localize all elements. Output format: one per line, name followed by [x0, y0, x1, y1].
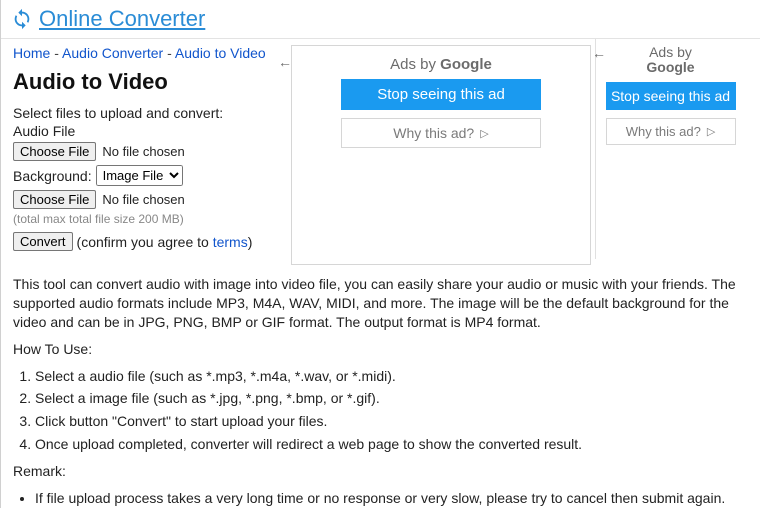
terms-link[interactable]: terms [213, 234, 248, 250]
confirm-text: (confirm you agree to terms) [77, 234, 253, 250]
content-body: This tool can convert audio with image i… [1, 265, 760, 508]
image-choose-file-button[interactable]: Choose File [13, 190, 96, 209]
breadcrumb-sep: - [167, 45, 172, 61]
tool-description: This tool can convert audio with image i… [13, 275, 748, 332]
background-select[interactable]: Image File [96, 165, 183, 186]
why-this-ad-button[interactable]: Why this ad?▷ [606, 118, 736, 145]
remark-list: If file upload process takes a very long… [35, 489, 748, 508]
breadcrumb-category[interactable]: Audio Converter [62, 45, 163, 61]
site-title-link[interactable]: Online Converter [39, 6, 205, 32]
breadcrumb: Home - Audio Converter - Audio to Video [13, 45, 281, 61]
ad-close-icon[interactable]: ← [278, 54, 292, 70]
filesize-hint: (total max total file size 200 MB) [13, 212, 281, 226]
howto-step: Select a image file (such as *.jpg, *.pn… [35, 389, 748, 408]
ad-close-icon[interactable]: ← [592, 45, 606, 61]
breadcrumb-home[interactable]: Home [13, 45, 50, 61]
adchoices-icon: ▷ [480, 127, 488, 140]
stop-seeing-ad-button[interactable]: Stop seeing this ad [341, 79, 541, 110]
site-header: Online Converter [1, 0, 760, 34]
form-column: Home - Audio Converter - Audio to Video … [1, 39, 291, 251]
breadcrumb-current[interactable]: Audio to Video [175, 45, 266, 61]
google-logo-text: Google [646, 59, 694, 75]
remark-heading: Remark: [13, 462, 748, 481]
adchoices-icon: ▷ [707, 125, 715, 138]
why-this-ad-button[interactable]: Why this ad?▷ [341, 118, 541, 148]
refresh-arrows-icon [11, 8, 33, 30]
audio-choose-file-button[interactable]: Choose File [13, 142, 96, 161]
howto-step: Once upload completed, converter will re… [35, 435, 748, 454]
howto-step: Select a audio file (such as *.mp3, *.m4… [35, 367, 748, 386]
audio-file-label: Audio File [13, 123, 281, 139]
page-title: Audio to Video [13, 69, 281, 95]
audio-file-status: No file chosen [102, 144, 184, 159]
howto-list: Select a audio file (such as *.mp3, *.m4… [35, 367, 748, 455]
howto-step: Click button "Convert" to start upload y… [35, 412, 748, 431]
howto-heading: How To Use: [13, 340, 748, 359]
ads-by-label: Ads by Google [300, 56, 582, 73]
ads-by-label: Ads by Google [602, 45, 739, 76]
remark-item: If file upload process takes a very long… [35, 489, 748, 508]
stop-seeing-ad-button[interactable]: Stop seeing this ad [606, 82, 736, 110]
image-file-status: No file chosen [102, 192, 184, 207]
ad-box-center: ← Ads by Google Stop seeing this ad Why … [291, 45, 591, 265]
ad-box-right: ← Ads by Google Stop seeing this ad Why … [595, 39, 745, 259]
convert-button[interactable]: Convert [13, 232, 73, 251]
breadcrumb-sep: - [54, 45, 59, 61]
background-label: Background: [13, 168, 92, 184]
google-logo-text: Google [440, 56, 492, 73]
select-files-label: Select files to upload and convert: [13, 105, 281, 121]
